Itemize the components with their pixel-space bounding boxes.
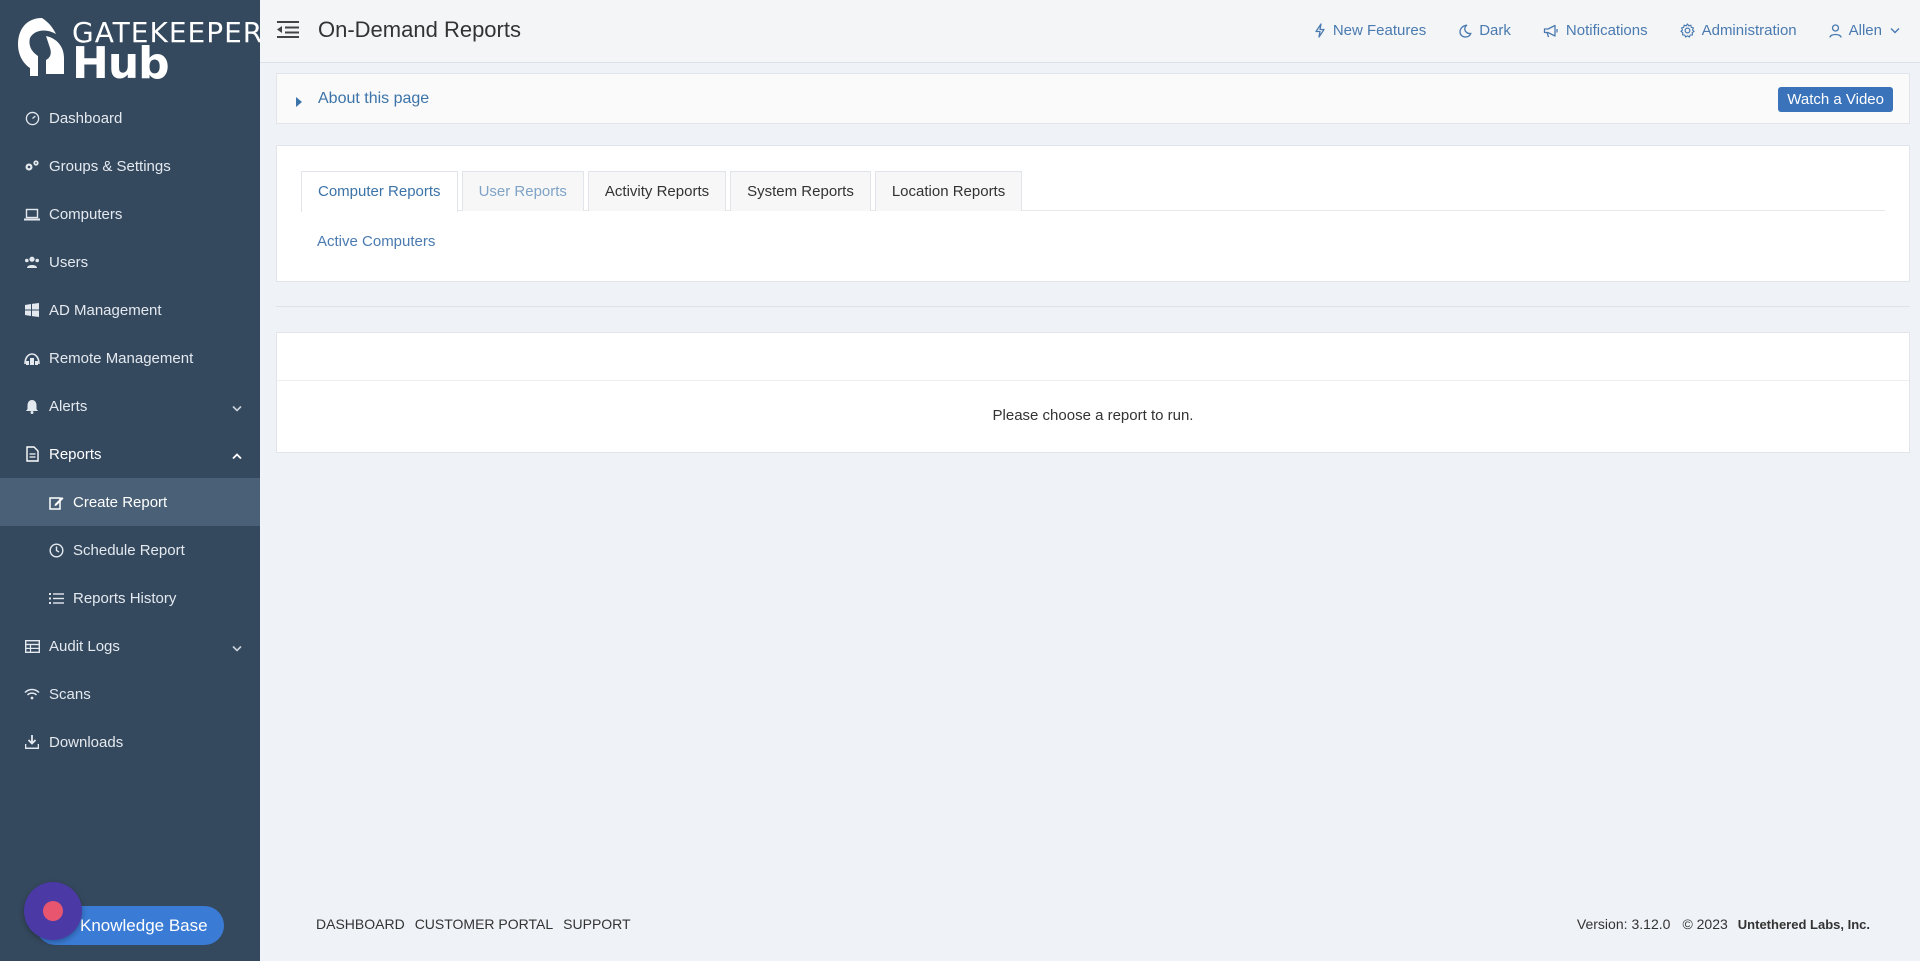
section-divider <box>276 306 1910 307</box>
sidebar-item-label: Reports History <box>73 589 177 607</box>
notifications-label: Notifications <box>1565 22 1648 39</box>
sidebar-item-audit-logs[interactable]: Audit Logs <box>0 622 260 670</box>
sidebar-item-label: Remote Management <box>49 349 194 367</box>
sidebar-item-computers[interactable]: Computers <box>0 190 260 238</box>
sidebar-item-alerts[interactable]: Alerts <box>0 382 260 430</box>
top-links: New Features Dark Notifications Administ… <box>1282 22 1900 39</box>
tab-activity-reports[interactable]: Activity Reports <box>587 171 727 211</box>
moon-icon <box>1458 24 1473 38</box>
wifi-icon <box>24 686 40 702</box>
edit-square-icon <box>48 494 64 510</box>
sidebar-item-label: Alerts <box>49 397 88 415</box>
footer-link-dashboard[interactable]: DASHBOARD <box>316 916 405 932</box>
caret-right-icon[interactable] <box>296 94 302 112</box>
page-title: On-Demand Reports <box>318 17 521 42</box>
sidebar-item-label: Scans <box>49 685 91 703</box>
dashboard-gauge-icon <box>24 110 40 126</box>
result-card-separator <box>277 380 1909 381</box>
sidebar-item-create-report[interactable]: Create Report <box>0 478 260 526</box>
user-menu[interactable]: Allen <box>1828 22 1900 39</box>
chevron-up-icon <box>232 447 242 464</box>
windows-icon <box>24 302 40 318</box>
new-features-link[interactable]: New Features <box>1314 22 1426 39</box>
sidebar-item-scans[interactable]: Scans <box>0 670 260 718</box>
sidebar-item-dashboard[interactable]: Dashboard <box>0 94 260 142</box>
version-number: 3.12.0 <box>1631 916 1671 932</box>
collapse-menu-icon[interactable] <box>277 20 299 44</box>
report-document-icon <box>24 446 40 462</box>
dark-mode-toggle[interactable]: Dark <box>1458 22 1511 39</box>
footer-links: DASHBOARD CUSTOMER PORTAL SUPPORT <box>316 916 641 932</box>
sidebar-item-label: Create Report <box>73 493 168 511</box>
sidebar-item-downloads[interactable]: Downloads <box>0 718 260 766</box>
clock-icon <box>48 542 64 558</box>
tab-user-reports[interactable]: User Reports <box>461 171 584 211</box>
tab-computer-reports[interactable]: Computer Reports <box>301 171 458 212</box>
new-features-label: New Features <box>1332 22 1427 39</box>
sidebar: GATEKEEPER Hub Dashboard Groups & Settin… <box>0 0 262 961</box>
remote-network-icon <box>24 350 40 366</box>
megaphone-icon <box>1543 24 1559 38</box>
sidebar-nav: Dashboard Groups & Settings Computers Us… <box>0 94 260 766</box>
users-icon <box>24 254 40 270</box>
sidebar-item-label: Schedule Report <box>73 541 185 559</box>
sidebar-item-label: Computers <box>49 205 123 223</box>
helmet-logo-icon <box>18 18 64 76</box>
dark-mode-label: Dark <box>1479 22 1511 39</box>
tab-location-reports[interactable]: Location Reports <box>874 171 1023 211</box>
sidebar-item-label: Users <box>49 253 89 271</box>
copyright-text: © 2023 <box>1682 916 1728 932</box>
sidebar-item-schedule-report[interactable]: Schedule Report <box>0 526 260 574</box>
report-tabs-card: Computer Reports User Reports Activity R… <box>276 145 1910 282</box>
sidebar-item-label: Dashboard <box>49 109 123 127</box>
company-name: Untethered Labs, Inc. <box>1737 917 1870 932</box>
sidebar-item-users[interactable]: Users <box>0 238 260 286</box>
laptop-icon <box>24 206 40 222</box>
sidebar-item-label: Groups & Settings <box>49 157 171 175</box>
sidebar-item-ad-management[interactable]: AD Management <box>0 286 260 334</box>
sidebar-item-label: Audit Logs <box>49 637 120 655</box>
footer-link-support[interactable]: SUPPORT <box>563 916 630 932</box>
sidebar-item-label: AD Management <box>49 301 162 319</box>
chevron-down-icon <box>232 399 242 416</box>
table-icon <box>24 638 40 654</box>
lightning-icon <box>1314 23 1326 38</box>
gears-icon <box>24 158 40 174</box>
tab-system-reports[interactable]: System Reports <box>730 171 871 211</box>
version-label: Version: <box>1576 916 1628 932</box>
report-result-card: Please choose a report to run. <box>276 332 1910 453</box>
user-icon <box>1828 23 1842 38</box>
bell-icon <box>24 398 40 414</box>
notifications-link[interactable]: Notifications <box>1543 22 1648 39</box>
chat-widget-bubble[interactable] <box>24 882 82 940</box>
sidebar-item-reports-history[interactable]: Reports History <box>0 574 260 622</box>
chat-dot-icon <box>43 901 63 921</box>
user-name-label: Allen <box>1848 22 1882 39</box>
gear-icon <box>1679 23 1695 38</box>
administration-link[interactable]: Administration <box>1679 22 1797 39</box>
watch-video-button[interactable]: Watch a Video <box>1778 87 1893 112</box>
logo-text-hub: Hub <box>72 38 170 89</box>
about-this-page-toggle[interactable]: About this page <box>318 90 429 108</box>
footer-link-customer-portal[interactable]: CUSTOMER PORTAL <box>415 916 553 932</box>
sidebar-item-remote-management[interactable]: Remote Management <box>0 334 260 382</box>
chevron-down-icon <box>1890 27 1900 34</box>
sidebar-item-reports[interactable]: Reports <box>0 430 260 478</box>
download-icon <box>24 734 40 750</box>
sidebar-item-label: Reports <box>49 445 102 463</box>
sidebar-item-groups-settings[interactable]: Groups & Settings <box>0 142 260 190</box>
list-icon <box>48 590 64 606</box>
footer-version-info: Version: 3.12.0 © 2023 Untethered Labs, … <box>1577 916 1870 932</box>
report-tabs: Computer Reports User Reports Activity R… <box>301 171 1885 212</box>
active-computers-report-link[interactable]: Active Computers <box>317 233 435 250</box>
administration-label: Administration <box>1701 22 1797 39</box>
chevron-down-icon <box>232 639 242 656</box>
about-panel: About this page Watch a Video <box>276 73 1910 124</box>
empty-state-message: Please choose a report to run. <box>992 407 1194 424</box>
sidebar-item-label: Downloads <box>49 733 124 751</box>
top-bar: On-Demand Reports New Features Dark Noti… <box>260 0 1920 63</box>
gatekeeper-logo[interactable]: GATEKEEPER Hub <box>16 14 262 89</box>
